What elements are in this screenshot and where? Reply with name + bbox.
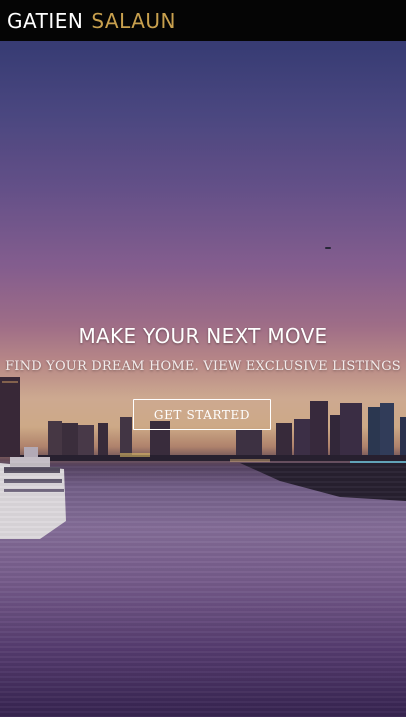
site-header: GATIEN SALAUN xyxy=(0,0,406,41)
brand-first-name: GATIEN xyxy=(7,8,84,33)
hero-section: MAKE YOUR NEXT MOVE FIND YOUR DREAM HOME… xyxy=(0,41,406,717)
get-started-button[interactable]: GET STARTED xyxy=(133,399,271,430)
hero-title: MAKE YOUR NEXT MOVE xyxy=(78,324,328,348)
hero-subtitle: FIND YOUR DREAM HOME. VIEW EXCLUSIVE LIS… xyxy=(5,359,401,374)
site-logo[interactable]: GATIEN SALAUN xyxy=(7,11,176,31)
brand-last-name: SALAUN xyxy=(91,8,176,33)
hero-overlay xyxy=(0,41,406,717)
